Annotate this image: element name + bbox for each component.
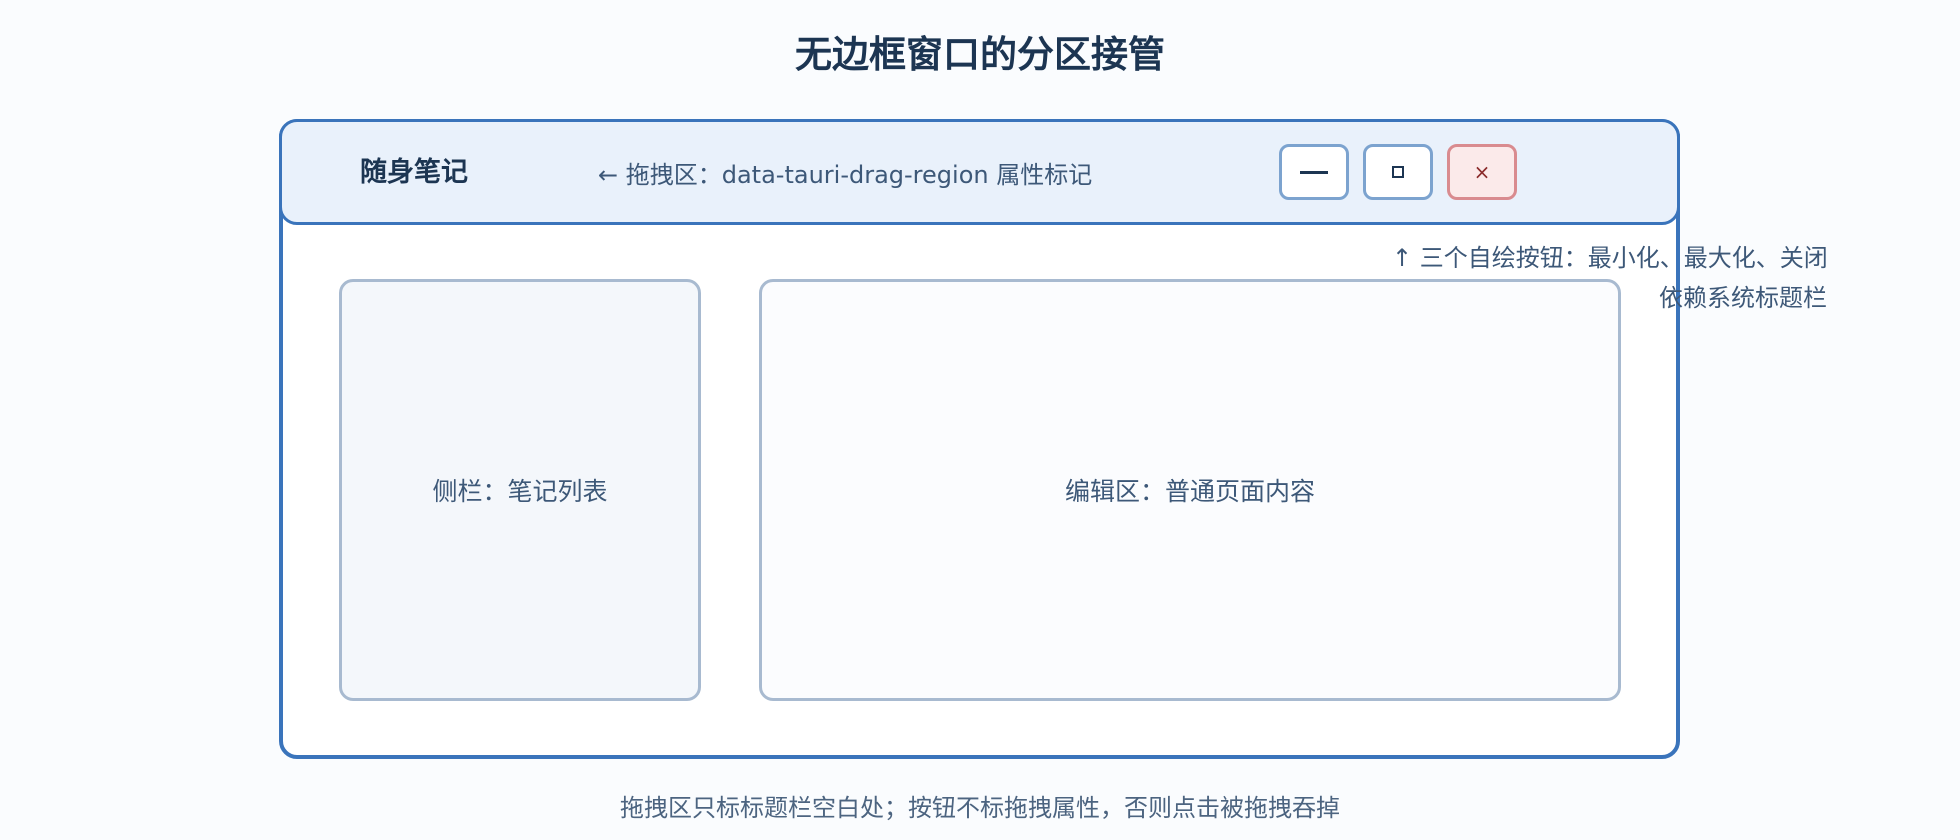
sidebar-panel: 侧栏：笔记列表 xyxy=(339,279,701,701)
minimize-button[interactable] xyxy=(1279,144,1349,200)
editor-panel: 编辑区：普通页面内容 xyxy=(759,279,1621,701)
sidebar-label: 侧栏：笔记列表 xyxy=(432,477,608,506)
maximize-button[interactable] xyxy=(1363,144,1433,200)
page-title: 无边框窗口的分区接管 xyxy=(795,33,1165,76)
drag-region-note: ← 拖拽区：data-tauri-drag-region 属性标记 xyxy=(598,161,1093,189)
editor-label: 编辑区：普通页面内容 xyxy=(1064,477,1315,506)
footer-note: 拖拽区只标标题栏空白处；按钮不标拖拽属性，否则点击被拖拽吞掉 xyxy=(620,794,1340,822)
minimize-icon xyxy=(1300,170,1328,174)
maximize-icon xyxy=(1392,166,1404,178)
close-icon: × xyxy=(1473,160,1491,184)
buttons-note-line-1: ↑ 三个自绘按钮：最小化、最大化、关闭 xyxy=(1392,244,1828,272)
close-button[interactable]: × xyxy=(1447,144,1517,200)
app-name: 随身笔记 xyxy=(360,157,468,188)
